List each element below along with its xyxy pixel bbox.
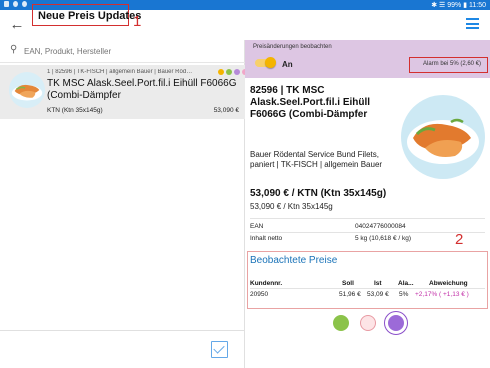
table-header-customer: Kundennr. bbox=[250, 280, 283, 287]
green-filter-circle-icon[interactable] bbox=[333, 315, 349, 331]
watch-label: Preisänderungen beobachten bbox=[253, 44, 332, 50]
item-status-dots bbox=[218, 69, 248, 75]
table-cell-deviation: +2,17% ( +1,13 € ) bbox=[415, 291, 469, 298]
item-price: 53,090 € bbox=[213, 107, 239, 114]
section-title-watched-prices: Beobachtete Preise bbox=[250, 255, 338, 266]
notification-icon bbox=[13, 1, 18, 7]
search-bar: ⚲ bbox=[0, 40, 245, 63]
yellow-dot-icon bbox=[218, 69, 224, 75]
hamburger-menu-icon[interactable] bbox=[466, 18, 479, 29]
list-item[interactable]: 1 | 82596 | TK-FISCH | allgemein Bauer |… bbox=[0, 65, 248, 119]
alarm-threshold[interactable]: Alarm bei 5% (2,60 €) bbox=[423, 61, 481, 67]
content-label: Inhalt netto bbox=[250, 235, 283, 242]
product-supplier: Bauer Rödental Service Bund Filets, pani… bbox=[250, 150, 383, 169]
ean-value: 04024776000084 bbox=[355, 223, 406, 230]
toggle-knob bbox=[265, 57, 276, 68]
ean-label: EAN bbox=[250, 223, 264, 230]
table-cell-alarm: 5% bbox=[399, 291, 409, 298]
annotation-number-2: 2 bbox=[455, 231, 464, 248]
table-header-alarm: Ala... bbox=[398, 280, 414, 287]
search-input[interactable] bbox=[24, 44, 234, 59]
left-footer bbox=[0, 330, 245, 368]
watch-toggle[interactable] bbox=[255, 57, 276, 68]
fish-fillet-thumbnail bbox=[8, 71, 46, 109]
content-value: 5 kg (10,618 € / kg) bbox=[355, 235, 412, 242]
table-cell-target: 51,96 € bbox=[339, 291, 361, 298]
annotation-number-1: 1 bbox=[133, 13, 142, 30]
price-main: 53,090 € / KTN (Ktn 35x145g) bbox=[250, 188, 387, 199]
table-header-actual: Ist bbox=[374, 280, 382, 287]
notification-icon-2 bbox=[22, 1, 27, 7]
table-cell-actual: 53,09 € bbox=[367, 291, 389, 298]
page-title: Neue Preis Updates bbox=[38, 10, 142, 22]
fish-fillet-image bbox=[401, 95, 485, 179]
image-icon bbox=[4, 1, 9, 7]
status-icons bbox=[4, 1, 27, 7]
status-right: ✱ ☰ 99% ▮ 11:50 bbox=[431, 2, 486, 9]
table-header-deviation: Abweichung bbox=[429, 280, 468, 287]
toggle-state-label: An bbox=[282, 60, 293, 69]
table-cell-customer: 20950 bbox=[250, 291, 269, 298]
arrow-left-icon[interactable]: ← bbox=[8, 16, 26, 34]
item-unit: KTN (Ktn 35x145g) bbox=[47, 107, 103, 114]
price-sub: 53,090 € / Ktn 35x145g bbox=[250, 202, 333, 211]
pink-filter-circle-icon[interactable] bbox=[360, 315, 376, 331]
divider bbox=[250, 232, 485, 233]
item-meta: 1 | 82596 | TK-FISCH | allgemein Bauer |… bbox=[47, 69, 193, 75]
purple-dot-icon bbox=[234, 69, 240, 75]
item-name: TK MSC Alask.Seel.Port.fil.i Eihüll F606… bbox=[47, 78, 237, 101]
green-dot-icon bbox=[226, 69, 232, 75]
divider bbox=[250, 218, 485, 219]
purple-filter-circle-icon[interactable] bbox=[388, 315, 404, 331]
search-icon: ⚲ bbox=[10, 44, 18, 55]
divider bbox=[250, 288, 485, 289]
product-detail-pane: Preisänderungen beobachten An Alarm bei … bbox=[245, 40, 490, 368]
checkbox-done-icon[interactable] bbox=[211, 341, 228, 358]
table-header-target: Soll bbox=[342, 280, 354, 287]
product-title: 82596 | TK MSC Alask.Seel.Port.fil.i Eih… bbox=[250, 85, 371, 120]
product-list-pane: ⚲ 1 | 82596 | TK-FISCH | allgemein Bauer… bbox=[0, 40, 248, 368]
